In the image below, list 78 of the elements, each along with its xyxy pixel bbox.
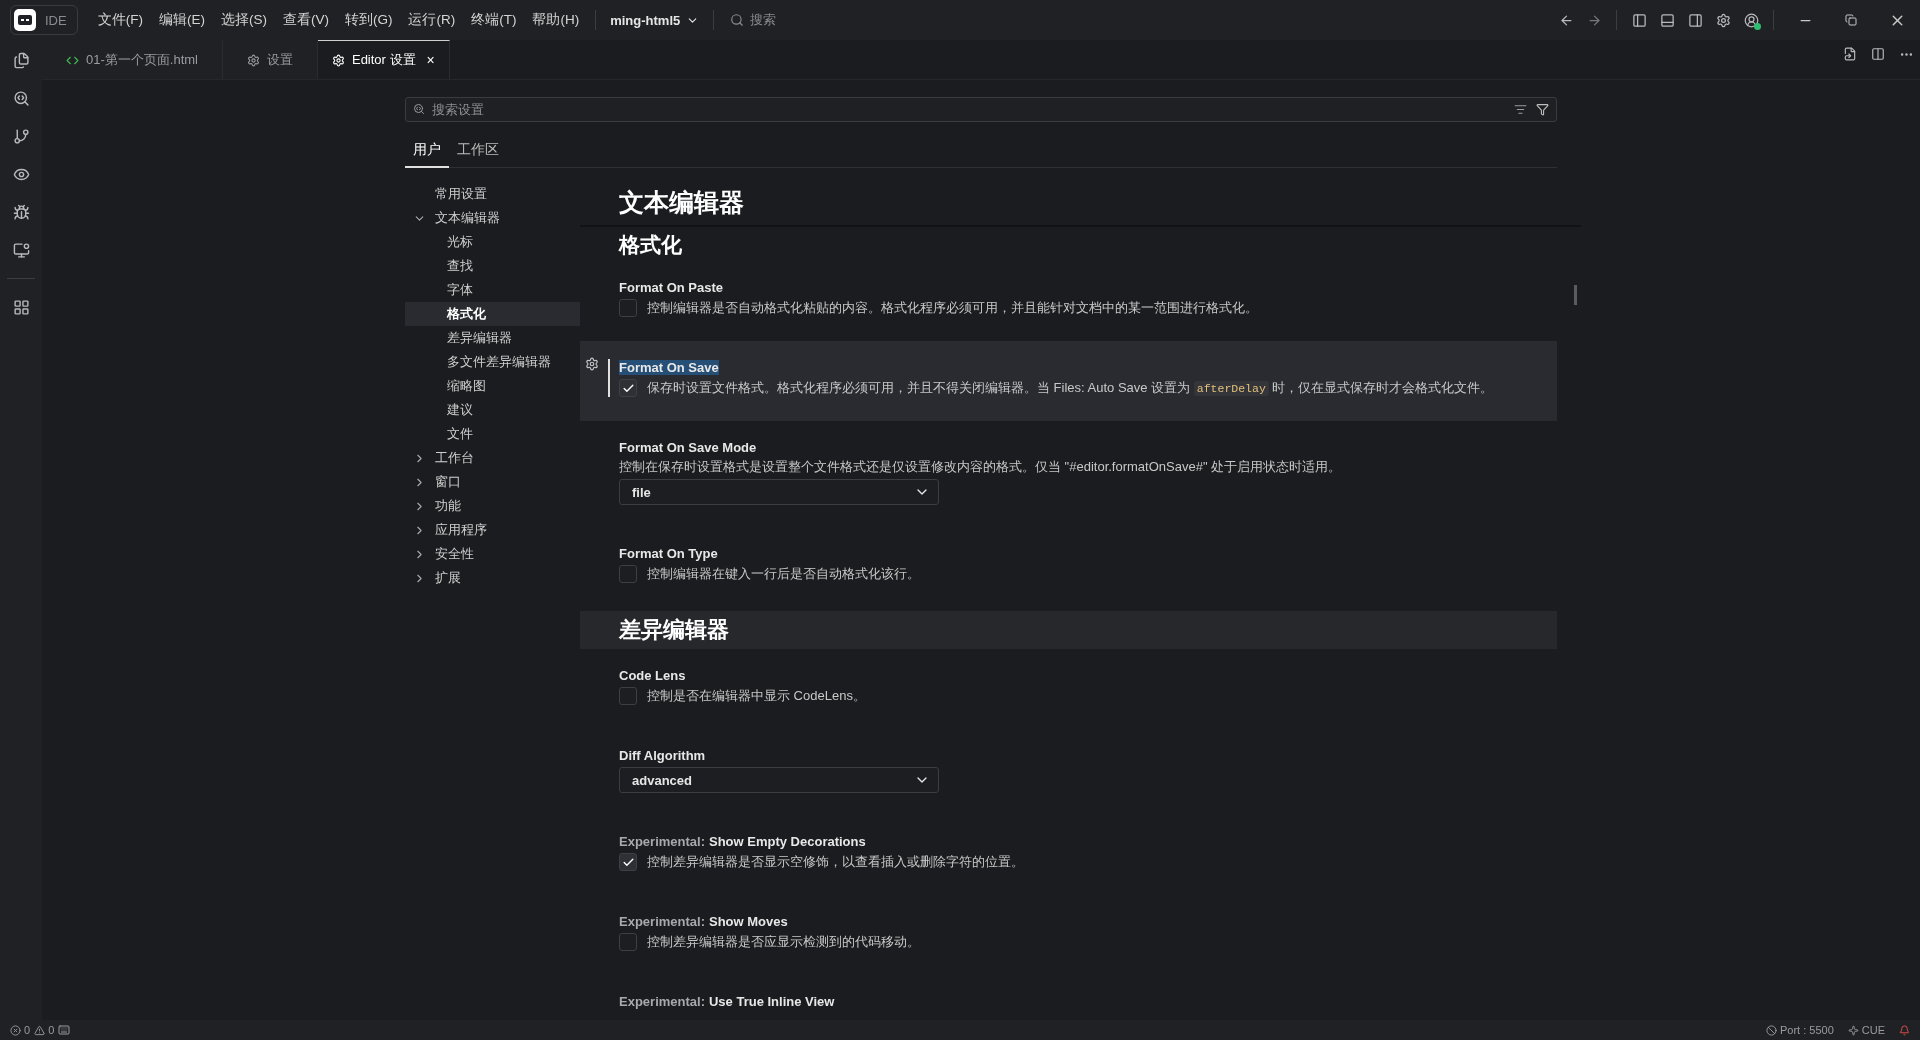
toc-item[interactable]: 查找 [405, 254, 580, 278]
filter-icon[interactable] [1536, 103, 1549, 116]
toc-item[interactable]: 差异编辑器 [405, 326, 580, 350]
editor-tab[interactable]: 01-第一个页面.html [42, 40, 223, 79]
section-title: 差异编辑器 [580, 611, 1557, 649]
menu-item[interactable]: 终端(T) [463, 11, 525, 29]
section-title: 文本编辑器 [580, 182, 1581, 227]
toc-item[interactable]: 字体 [405, 278, 580, 302]
toc-item[interactable]: 缩略图 [405, 374, 580, 398]
setting-description: 控制是否在编辑器中显示 CodeLens。 [647, 687, 866, 705]
app-switcher[interactable]: IDE [10, 5, 78, 35]
close-icon[interactable]: × [426, 52, 435, 68]
search-field[interactable]: 搜索 [722, 11, 785, 29]
section-subtitle: 格式化 [617, 232, 683, 258]
setting-title: Diff Algorithm [619, 746, 707, 765]
gear-icon[interactable] [585, 357, 599, 371]
blocked-icon [1765, 1024, 1777, 1036]
toc-item[interactable]: 建议 [405, 398, 580, 422]
toc-item[interactable]: 安全性 [405, 542, 580, 566]
setting-description: 控制差异编辑器是否应显示检测到的代码移动。 [647, 933, 920, 951]
checkbox[interactable] [619, 933, 637, 951]
setting-title: Experimental: Show Empty Decorations [619, 832, 867, 851]
toc-item[interactable]: 扩展 [405, 566, 580, 590]
setting-description: 控制编辑器是否自动格式化粘贴的内容。格式化程序必须可用，并且能针对文档中的某一范围进行格式化。 [647, 299, 1258, 317]
toc-item[interactable]: 常用设置 [405, 182, 580, 206]
menu-item[interactable]: 编辑(E) [150, 11, 213, 29]
project-dropdown[interactable]: ming-html5 [604, 12, 706, 28]
setting-title: Format On Save [619, 358, 720, 377]
toc-item[interactable]: 文件 [405, 422, 580, 446]
toc-item[interactable]: 工作台 [405, 446, 580, 470]
toc-item[interactable]: 窗口 [405, 470, 580, 494]
toc-item[interactable]: 多文件差异编辑器 [405, 350, 580, 374]
search-field[interactable]: 搜索设置 [405, 97, 1557, 122]
menu-item[interactable]: 转到(G) [336, 11, 401, 29]
search-icon [730, 13, 745, 27]
setting-title: Experimental: Use True Inline View [619, 992, 836, 1011]
editor-tab[interactable]: Editor 设置 × [317, 40, 450, 79]
editor-tab[interactable]: 设置 [222, 40, 318, 79]
sparkle-icon [1847, 1024, 1859, 1036]
toc-item[interactable]: 光标 [405, 230, 580, 254]
scope-tab[interactable]: 工作区 [449, 137, 507, 168]
toc-item[interactable]: 功能 [405, 494, 580, 518]
gear-icon [331, 53, 345, 67]
search-icon [413, 103, 425, 115]
clear-filter-icon[interactable] [1514, 103, 1527, 116]
gear-icon [246, 53, 260, 67]
menu-item[interactable]: 运行(R) [400, 11, 464, 29]
toc-item[interactable]: 文本编辑器 [405, 206, 580, 230]
checkbox[interactable] [619, 379, 637, 397]
checkbox[interactable] [619, 853, 637, 871]
scrollbar[interactable] [1574, 285, 1577, 305]
checkbox[interactable] [619, 299, 637, 317]
menu-item[interactable]: 帮助(H) [524, 11, 588, 29]
setting-description: 控制在保存时设置格式是设置整个文件格式还是仅设置修改内容的格式。仅当 "#editor.formatOnSave#" 处于启用状态时适用。 [619, 458, 1343, 476]
setting-title: Format On Type [619, 544, 719, 563]
menu-item[interactable]: 选择(S) [212, 11, 275, 29]
checkbox[interactable] [619, 565, 637, 583]
warning-count[interactable]: 0 [34, 1024, 55, 1036]
mode-status[interactable]: CUE [1847, 1024, 1885, 1036]
keyboard-icon[interactable] [58, 1024, 71, 1036]
port-status[interactable]: Port : 5500 [1765, 1024, 1834, 1036]
dropdown[interactable]: file [619, 479, 939, 505]
setting-title: Experimental: Show Moves [619, 912, 789, 931]
toc-item[interactable]: 格式化 [405, 302, 580, 326]
checkbox[interactable] [619, 687, 637, 705]
setting-description: 控制差异编辑器是否显示空修饰，以查看插入或删除字符的位置。 [647, 853, 1024, 871]
setting-description: 保存时设置文件格式。格式化程序必须可用，并且不得关闭编辑器。当 Files: Auto Save 设置为 afterDelay 时，仅在显式保存时才会格式化文件。 [647, 378, 1494, 398]
dropdown[interactable]: advanced [619, 767, 939, 793]
logo-icon [13, 8, 37, 32]
setting-title: Format On Save Mode [619, 438, 758, 457]
setting-title: Format On Paste [619, 278, 725, 297]
setting-title: Code Lens [619, 666, 687, 685]
menu-item[interactable]: 查看(V) [274, 11, 337, 29]
toc-item[interactable]: 应用程序 [405, 518, 580, 542]
menu-item[interactable]: 文件(F) [89, 11, 151, 29]
setting-description: 控制编辑器在键入一行后是否自动格式化该行。 [647, 565, 920, 583]
scope-tab[interactable]: 用户 [405, 137, 449, 168]
bell-icon[interactable] [1899, 1024, 1910, 1036]
